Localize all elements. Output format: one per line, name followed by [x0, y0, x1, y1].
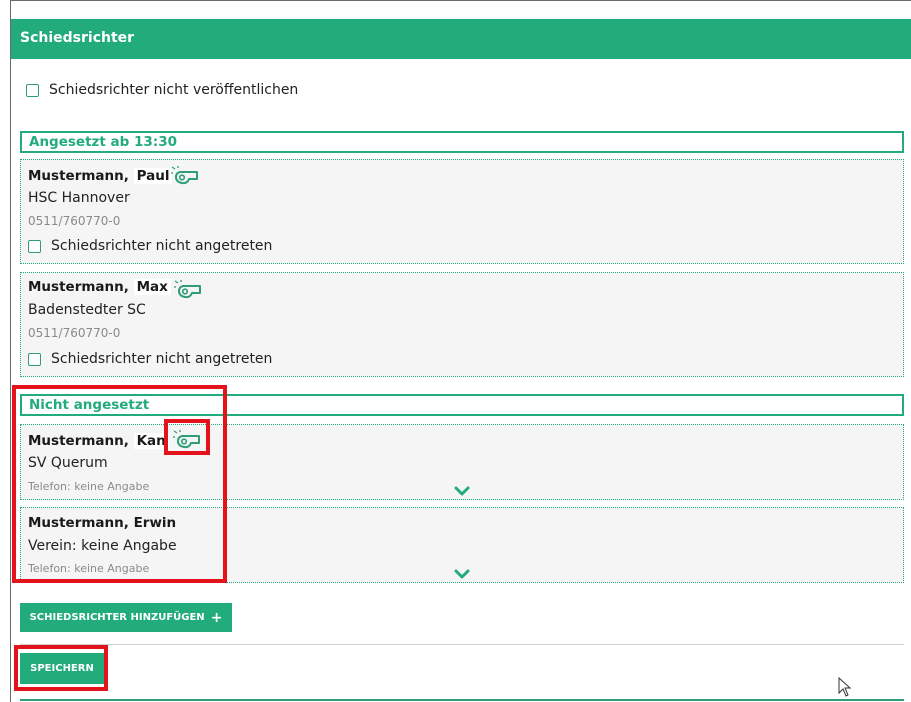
no-show-checkbox[interactable]: [28, 239, 41, 253]
highlight-whistle-icon: [164, 419, 210, 455]
no-show-option[interactable]: Schiedsrichter nicht angetreten: [28, 238, 272, 254]
whistle-icon[interactable]: [171, 166, 201, 186]
section-header-assigned: Angesetzt ab 13:30: [20, 131, 904, 153]
section-title: Angesetzt ab 13:30: [29, 134, 177, 150]
referee-phone: 0511/760770-0: [28, 326, 121, 340]
panel-title: Schiedsrichter: [20, 30, 135, 46]
add-referee-label: SCHIEDSRICHTER HINZUFÜGEN: [29, 612, 205, 623]
referee-name: Mustermann, Paul: [28, 168, 173, 184]
publish-option[interactable]: Schiedsrichter nicht veröffentlichen: [26, 82, 298, 98]
highlight-unassigned-section: [12, 385, 227, 583]
referee-card: Mustermann, Max Badenstedter SC 0511/760…: [20, 272, 904, 377]
divider: [20, 644, 904, 645]
chevron-down-icon[interactable]: [454, 486, 470, 496]
save-button[interactable]: SPEICHERN: [20, 653, 104, 684]
no-show-option[interactable]: Schiedsrichter nicht angetreten: [28, 351, 272, 367]
no-show-label: Schiedsrichter nicht angetreten: [51, 238, 273, 254]
chevron-down-icon[interactable]: [454, 569, 470, 579]
plus-icon: +: [210, 609, 223, 626]
referee-club: Badenstedter SC: [28, 302, 146, 318]
referee-club: HSC Hannover: [28, 190, 130, 206]
no-show-checkbox[interactable]: [28, 352, 41, 366]
referee-name: Mustermann, Max: [28, 279, 171, 295]
add-referee-button[interactable]: SCHIEDSRICHTER HINZUFÜGEN +: [20, 603, 232, 632]
referee-phone: 0511/760770-0: [28, 214, 121, 228]
referee-card: Mustermann, Paul HSC Hannover 0511/76077…: [20, 159, 904, 264]
whistle-icon[interactable]: [174, 280, 204, 300]
no-show-label: Schiedsrichter nicht angetreten: [51, 351, 273, 367]
publish-option-label: Schiedsrichter nicht veröffentlichen: [49, 82, 299, 98]
footer-line: [20, 699, 904, 701]
save-label: SPEICHERN: [30, 663, 94, 674]
mouse-cursor-icon: [838, 677, 852, 697]
panel-header: Schiedsrichter: [11, 19, 911, 59]
publish-checkbox[interactable]: [26, 83, 39, 97]
